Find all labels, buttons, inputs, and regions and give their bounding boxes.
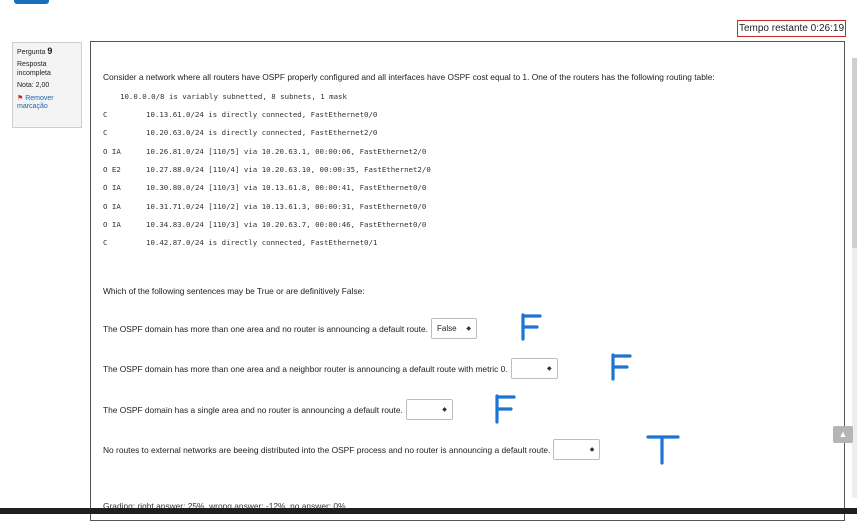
chevron-up-icon: ▲ xyxy=(838,429,848,439)
route-code: O IA xyxy=(103,147,121,156)
question-status: Resposta incompleta xyxy=(17,61,51,77)
top-button[interactable] xyxy=(14,0,49,4)
route-code: O IA xyxy=(103,220,121,229)
handwritten-f-annotation xyxy=(521,313,542,341)
statement-text: No routes to external networks are beein… xyxy=(103,444,551,455)
route-code: O E2 xyxy=(103,165,121,174)
routing-table-header: 10.0.0.0/8 is variably subnetted, 8 subn… xyxy=(120,92,347,101)
question-info-panel: Pergunta 9 Resposta incompleta Nota: 2,0… xyxy=(12,42,82,128)
route-desc: 10.42.87.0/24 is directly connected, Fas… xyxy=(146,238,378,247)
answer-select[interactable]: ◆ xyxy=(510,358,558,379)
route-code: O IA xyxy=(103,202,121,211)
updown-arrow-icon: ◆ xyxy=(442,407,447,413)
route-desc: 10.20.63.0/24 is directly connected, Fas… xyxy=(146,128,378,137)
select-value: False xyxy=(436,324,457,333)
updown-arrow-icon: ◆ xyxy=(546,366,552,372)
route-code: C xyxy=(103,238,108,247)
statement-row: The OSPF domain has more than one area a… xyxy=(103,318,477,339)
handwritten-f-annotation xyxy=(611,353,632,381)
remove-flag-link[interactable]: ⚑ Remover marcação xyxy=(17,95,77,112)
question-number: Pergunta 9 xyxy=(17,46,77,57)
statement-text: The OSPF domain has more than one area a… xyxy=(103,323,428,334)
statement-row: The OSPF domain has more than one area a… xyxy=(103,358,558,379)
taskbar-edge xyxy=(0,508,857,514)
question-grade: Nota: 2,00 xyxy=(17,82,50,90)
flag-icon: ⚑ xyxy=(17,94,24,102)
answer-select[interactable]: ◆ xyxy=(553,439,601,460)
remove-flag-label: Remover marcação xyxy=(17,94,54,110)
question-intro: Consider a network where all routers hav… xyxy=(103,72,715,82)
route-desc: 10.13.61.0/24 is directly connected, Fas… xyxy=(146,110,378,119)
route-desc: 10.26.81.0/24 [110/5] via 10.20.63.1, 00… xyxy=(146,147,427,156)
route-code: C xyxy=(103,128,108,137)
scroll-top-button[interactable]: ▲ xyxy=(833,426,853,443)
handwritten-t-annotation xyxy=(646,435,680,465)
route-code: O IA xyxy=(103,183,121,192)
updown-arrow-icon: ◆ xyxy=(589,447,595,453)
route-code: C xyxy=(103,110,108,119)
statement-row: The OSPF domain has a single area and no… xyxy=(103,399,453,420)
answer-select[interactable]: False ◆ xyxy=(430,318,477,339)
question-prompt: Which of the following sentences may be … xyxy=(103,286,365,296)
route-desc: 10.27.88.0/24 [110/4] via 10.20.63.10, 0… xyxy=(146,165,431,174)
answer-select[interactable]: ◆ xyxy=(405,399,453,420)
route-desc: 10.31.71.0/24 [110/2] via 10.13.61.3, 00… xyxy=(146,202,427,211)
route-desc: 10.30.80.0/24 [110/3] via 10.13.61.8, 00… xyxy=(146,183,427,192)
statement-text: The OSPF domain has a single area and no… xyxy=(103,404,403,415)
scrollbar-thumb[interactable] xyxy=(852,58,857,248)
updown-arrow-icon: ◆ xyxy=(466,326,471,332)
route-desc: 10.34.83.0/24 [110/3] via 10.20.63.7, 00… xyxy=(146,220,427,229)
handwritten-f-annotation xyxy=(495,394,516,424)
statement-row: No routes to external networks are beein… xyxy=(103,439,601,460)
question-number-value: 9 xyxy=(47,46,53,56)
question-label: Pergunta xyxy=(17,49,46,56)
statement-text: The OSPF domain has more than one area a… xyxy=(103,363,508,374)
time-remaining: Tempo restante 0:26:19 xyxy=(737,20,846,37)
